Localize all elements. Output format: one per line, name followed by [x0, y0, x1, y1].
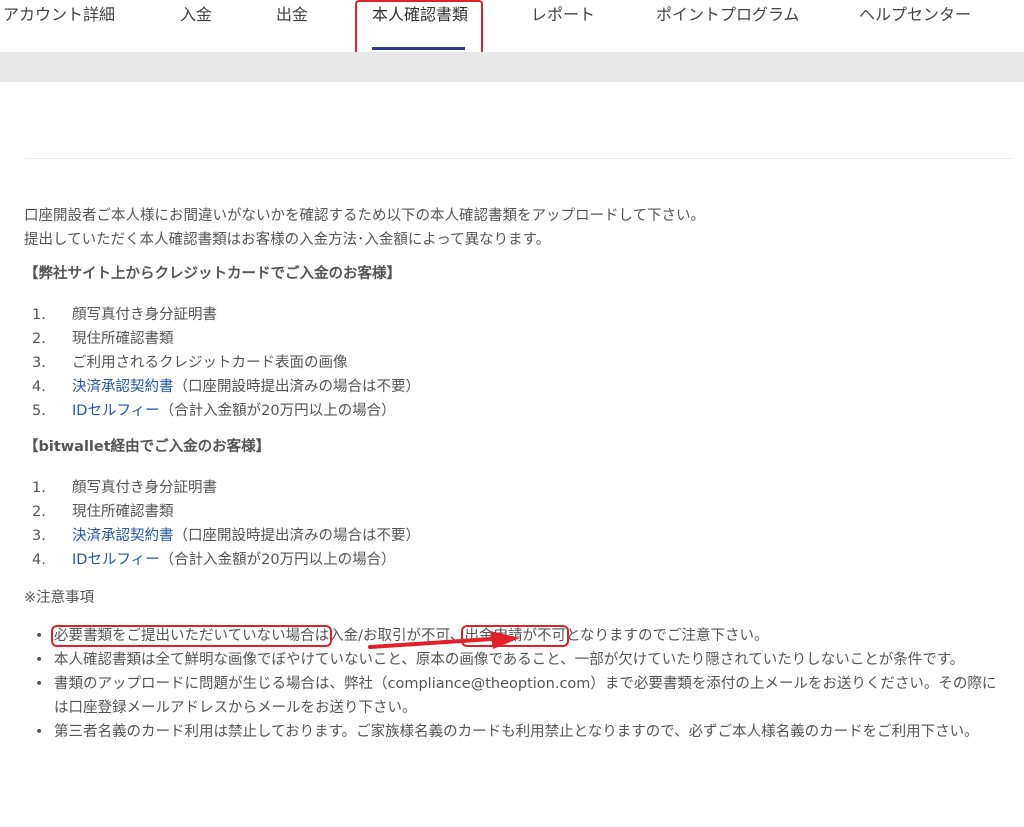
bullet-icon: •: [35, 724, 44, 740]
tab-identity-documents[interactable]: 本人確認書類: [372, 4, 468, 26]
list-item: 3. ご利用されるクレジットカード表面の画像: [24, 351, 1014, 375]
notes-list: • 必要書類をご提出いただいていない場合は入金/お取引が不可、出金申請が不可とな…: [24, 624, 1014, 744]
tab-reports[interactable]: レポート: [531, 4, 595, 26]
list-suffix: （合計入金額が20万円以上の場合）: [159, 403, 396, 419]
grey-band: [0, 52, 1024, 82]
main-content: 口座開設者ご本人様にお間違いがないかを確認するため以下の本人確認書類をアップロー…: [24, 204, 1014, 744]
list-number: 4.: [32, 379, 46, 395]
note-item: • 第三者名義のカード利用は禁止しております。ご家族様名義のカードも利用禁止とな…: [24, 720, 1014, 744]
list-item: 4. IDセルフィー （合計入金額が20万円以上の場合）: [24, 548, 1014, 572]
payment-agreement-link[interactable]: 決済承認契約書: [72, 524, 174, 548]
list-suffix: （口座開設時提出済みの場合は不要）: [173, 528, 421, 544]
list-item: 1. 顔写真付き身分証明書: [24, 303, 1014, 327]
note-text: 第三者名義のカード利用は禁止しております。ご家族様名義のカードも利用禁止となりま…: [54, 724, 979, 740]
list-text: 顔写真付き身分証明書: [72, 480, 217, 496]
list-item: 2. 現住所確認書類: [24, 500, 1014, 524]
content-divider: [25, 158, 1012, 159]
list-text: 顔写真付き身分証明書: [72, 307, 217, 323]
bullet-icon: •: [35, 676, 44, 692]
tab-help-center[interactable]: ヘルプセンター: [859, 4, 971, 26]
tab-deposit[interactable]: 入金: [180, 4, 212, 26]
list-text: 現住所確認書類: [72, 331, 174, 347]
intro-text: 口座開設者ご本人様にお間違いがないかを確認するため以下の本人確認書類をアップロー…: [24, 204, 1014, 252]
section-title-bitwallet: 【bitwallet経由でご入金のお客様】: [24, 439, 271, 455]
top-navigation: アカウント詳細 入金 出金 本人確認書類 レポート ポイントプログラム ヘルプセ…: [0, 0, 1024, 57]
note-text: となりますのでご注意下さい。: [565, 628, 769, 644]
list-number: 1.: [32, 480, 46, 496]
list-number: 4.: [32, 552, 46, 568]
intro-line-1: 口座開設者ご本人様にお間違いがないかを確認するため以下の本人確認書類をアップロー…: [24, 208, 706, 224]
list-item: 5. IDセルフィー （合計入金額が20万円以上の場合）: [24, 399, 1014, 423]
list-number: 3.: [32, 528, 46, 544]
list-item: 4. 決済承認契約書 （口座開設時提出済みの場合は不要）: [24, 375, 1014, 399]
active-tab-indicator: [372, 47, 465, 50]
intro-line-2: 提出していただく本人確認書類はお客様の入金方法･入金額によって異なります。: [24, 232, 551, 248]
list-number: 3.: [32, 355, 46, 371]
bullet-icon: •: [35, 628, 44, 644]
requirements-list-credit-card: 1. 顔写真付き身分証明書 2. 現住所確認書類 3. ご利用されるクレジットカ…: [24, 303, 1014, 423]
note-item: • 必要書類をご提出いただいていない場合は入金/お取引が不可、出金申請が不可とな…: [24, 624, 1014, 648]
note-text: 本人確認書類は全て鮮明な画像でぼやけていないこと、原本の画像であること、一部が欠…: [54, 652, 965, 668]
tab-withdrawal[interactable]: 出金: [276, 4, 308, 26]
list-text: ご利用されるクレジットカード表面の画像: [72, 355, 348, 371]
list-suffix: （合計入金額が20万円以上の場合）: [159, 552, 396, 568]
note-text: 書類のアップロードに問題が生じる場合は、弊社（compliance@theopt…: [54, 676, 997, 716]
list-item: 3. 決済承認契約書 （口座開設時提出済みの場合は不要）: [24, 524, 1014, 548]
list-number: 1.: [32, 307, 46, 323]
requirements-list-bitwallet: 1. 顔写真付き身分証明書 2. 現住所確認書類 3. 決済承認契約書 （口座開設…: [24, 476, 1014, 572]
highlight-withdrawal-not-allowed: 出金申請が不可: [461, 625, 569, 647]
section-title-credit-card: 【弊社サイト上からクレジットカードでご入金のお客様】: [24, 266, 401, 282]
tab-point-program[interactable]: ポイントプログラム: [656, 4, 800, 26]
tab-account-details[interactable]: アカウント詳細: [3, 4, 115, 26]
list-number: 2.: [32, 504, 46, 520]
highlight-missing-documents: 必要書類をご提出いただいていない場合は: [50, 625, 333, 647]
note-item: • 書類のアップロードに問題が生じる場合は、弊社（compliance@theo…: [24, 672, 1014, 720]
id-selfie-link[interactable]: IDセルフィー: [72, 399, 160, 423]
note-item: • 本人確認書類は全て鮮明な画像でぼやけていないこと、原本の画像であること、一部…: [24, 648, 1014, 672]
payment-agreement-link[interactable]: 決済承認契約書: [72, 375, 174, 399]
list-suffix: （口座開設時提出済みの場合は不要）: [173, 379, 421, 395]
note-text: 入金/お取引が不可、: [329, 628, 465, 644]
notes-heading: ※注意事項: [24, 590, 95, 606]
list-item: 1. 顔写真付き身分証明書: [24, 476, 1014, 500]
list-item: 2. 現住所確認書類: [24, 327, 1014, 351]
list-text: 現住所確認書類: [72, 504, 174, 520]
list-number: 5.: [32, 403, 46, 419]
bullet-icon: •: [35, 652, 44, 668]
list-number: 2.: [32, 331, 46, 347]
id-selfie-link[interactable]: IDセルフィー: [72, 548, 160, 572]
